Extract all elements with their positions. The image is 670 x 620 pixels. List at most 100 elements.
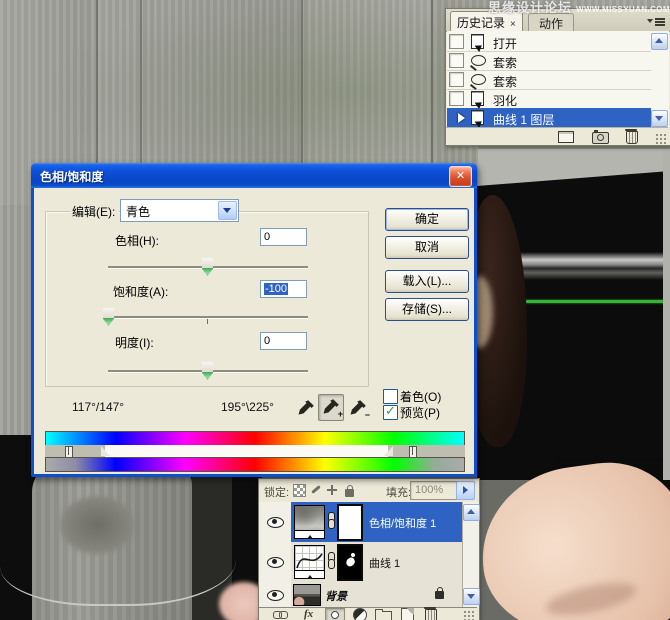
dialog-titlebar[interactable]: 色相/饱和度 ✕: [31, 163, 477, 188]
visibility-cell[interactable]: [259, 542, 292, 583]
lasso-icon: [471, 74, 486, 85]
scroll-up-icon[interactable]: [463, 504, 480, 521]
hue-input[interactable]: 0: [260, 228, 307, 246]
eyedropper-subtract-icon[interactable]: −: [346, 396, 370, 421]
chevron-down-icon[interactable]: [218, 201, 237, 220]
range-marker-strip: [45, 445, 465, 458]
document-icon: [471, 91, 484, 106]
layers-toolbar: fx: [259, 607, 477, 620]
document-icon: [471, 34, 484, 49]
resize-grip[interactable]: [654, 132, 668, 145]
history-row[interactable]: 打开: [447, 32, 651, 52]
lock-position-icon[interactable]: [326, 484, 338, 496]
tab-actions[interactable]: 动作: [528, 13, 575, 32]
scroll-up-icon[interactable]: [651, 33, 668, 50]
layer-name[interactable]: 曲线 1: [369, 555, 400, 571]
visibility-cell[interactable]: [259, 582, 292, 608]
colorize-checkbox[interactable]: [383, 389, 398, 404]
ok-button[interactable]: 确定: [385, 208, 469, 231]
save-button[interactable]: 存储(S)...: [385, 298, 469, 321]
preview-label: 预览(P): [400, 406, 440, 420]
adjustment-layer-icon[interactable]: [353, 608, 367, 620]
fill-value-box[interactable]: 100%: [410, 481, 461, 500]
history-row-selected[interactable]: 曲线 1 图层: [447, 108, 651, 128]
eyedropper-icon[interactable]: [294, 396, 318, 421]
layer-mask-thumbnail[interactable]: [337, 544, 363, 581]
lock-paint-icon[interactable]: [309, 483, 321, 495]
link-mask-icon[interactable]: [327, 512, 335, 529]
history-source-well[interactable]: [449, 53, 464, 68]
history-source-well[interactable]: [449, 72, 464, 87]
document-icon: [471, 110, 484, 125]
layers-lock-row: 锁定: 填充: 100%: [259, 479, 477, 503]
eye-icon[interactable]: [267, 557, 284, 568]
layer-row-body[interactable]: 曲线 1: [291, 542, 462, 583]
range-unselected-zone: [105, 445, 388, 457]
layer-row-body[interactable]: 色相/饱和度 1: [291, 502, 462, 543]
folder-icon[interactable]: [375, 609, 392, 620]
cancel-button[interactable]: 取消: [385, 236, 469, 259]
eye-icon[interactable]: [267, 517, 284, 528]
scroll-down-icon[interactable]: [651, 110, 668, 127]
photoshop-screenshot: 色相/饱和度 ✕ 编辑(E): 青色 色相(H): 0 饱和度(A): -100: [0, 0, 670, 620]
layer-mask-thumbnail[interactable]: [337, 504, 363, 541]
eye-icon[interactable]: [267, 589, 284, 601]
tab-close-icon[interactable]: ×: [510, 19, 516, 30]
history-source-well[interactable]: [449, 34, 464, 49]
lock-label: 锁定:: [264, 487, 290, 499]
layer-row-background[interactable]: 背景: [259, 582, 462, 608]
snapshot-camera-icon[interactable]: [592, 130, 609, 144]
layer-name[interactable]: 色相/饱和度 1: [369, 515, 436, 531]
curves-thumbnail[interactable]: [294, 545, 325, 579]
panel-menu-icon[interactable]: [647, 16, 667, 28]
new-document-from-state-icon[interactable]: [558, 131, 574, 143]
history-row[interactable]: 套索: [447, 70, 651, 90]
history-bottom-bar: [446, 127, 668, 145]
edit-dropdown[interactable]: 青色: [120, 199, 239, 222]
hue-ramp-original: [45, 431, 465, 446]
lightness-input[interactable]: 0: [260, 332, 307, 350]
lock-all-icon[interactable]: [345, 485, 354, 497]
saturation-input[interactable]: -100: [260, 280, 307, 298]
background-thumbnail[interactable]: [293, 584, 321, 606]
trash-icon[interactable]: [424, 607, 437, 620]
visibility-cell[interactable]: [259, 502, 292, 543]
link-mask-icon[interactable]: [327, 552, 335, 569]
lightness-label: 明度(I):: [115, 336, 154, 350]
layer-locked-icon: [435, 587, 444, 599]
trash-icon[interactable]: [625, 129, 638, 144]
layer-row-hue-saturation[interactable]: 色相/饱和度 1: [259, 502, 462, 543]
history-row[interactable]: 套索: [447, 51, 651, 71]
eyedropper-add-icon[interactable]: +: [318, 394, 344, 421]
photo-right-edge: [663, 150, 670, 480]
hue-label: 色相(H):: [115, 234, 159, 248]
load-button[interactable]: 载入(L)...: [385, 270, 469, 293]
layer-name[interactable]: 背景: [325, 588, 347, 604]
layer-style-icon[interactable]: fx: [304, 608, 313, 620]
saturation-slider-track[interactable]: [108, 316, 308, 319]
fill-arrow-icon[interactable]: [456, 481, 475, 500]
layer-row-curves[interactable]: 曲线 1: [259, 542, 462, 583]
scroll-down-icon[interactable]: [463, 588, 480, 605]
add-mask-icon[interactable]: [325, 608, 345, 620]
layer-row-body[interactable]: 背景: [291, 582, 462, 608]
layers-panel: 锁定: 填充: 100% 色相/饱和度 1 曲线 1 背景 fx: [258, 478, 480, 620]
lock-transparency-icon[interactable]: [293, 484, 306, 497]
hue-ramp-result: [45, 457, 465, 472]
current-state-icon: [458, 113, 465, 123]
slider-center-tick: [207, 319, 208, 324]
fill-label: 填充:: [386, 487, 412, 499]
new-layer-icon[interactable]: [401, 608, 414, 620]
mask-paint-mark: [344, 556, 357, 568]
history-source-well[interactable]: [449, 91, 464, 106]
layers-scrollbar[interactable]: [462, 502, 480, 607]
adjustment-thumbnail[interactable]: [294, 505, 325, 539]
hue-saturation-dialog: 色相/饱和度 ✕ 编辑(E): 青色 色相(H): 0 饱和度(A): -100: [31, 163, 477, 477]
link-layers-icon[interactable]: [273, 611, 289, 619]
history-row[interactable]: 羽化: [447, 89, 651, 109]
preview-checkbox[interactable]: ✓: [383, 403, 398, 420]
resize-grip[interactable]: [462, 609, 476, 620]
close-icon[interactable]: ✕: [449, 166, 472, 187]
tab-history[interactable]: 历史记录 ×: [450, 11, 523, 33]
photo-wood-knot: [60, 496, 134, 554]
